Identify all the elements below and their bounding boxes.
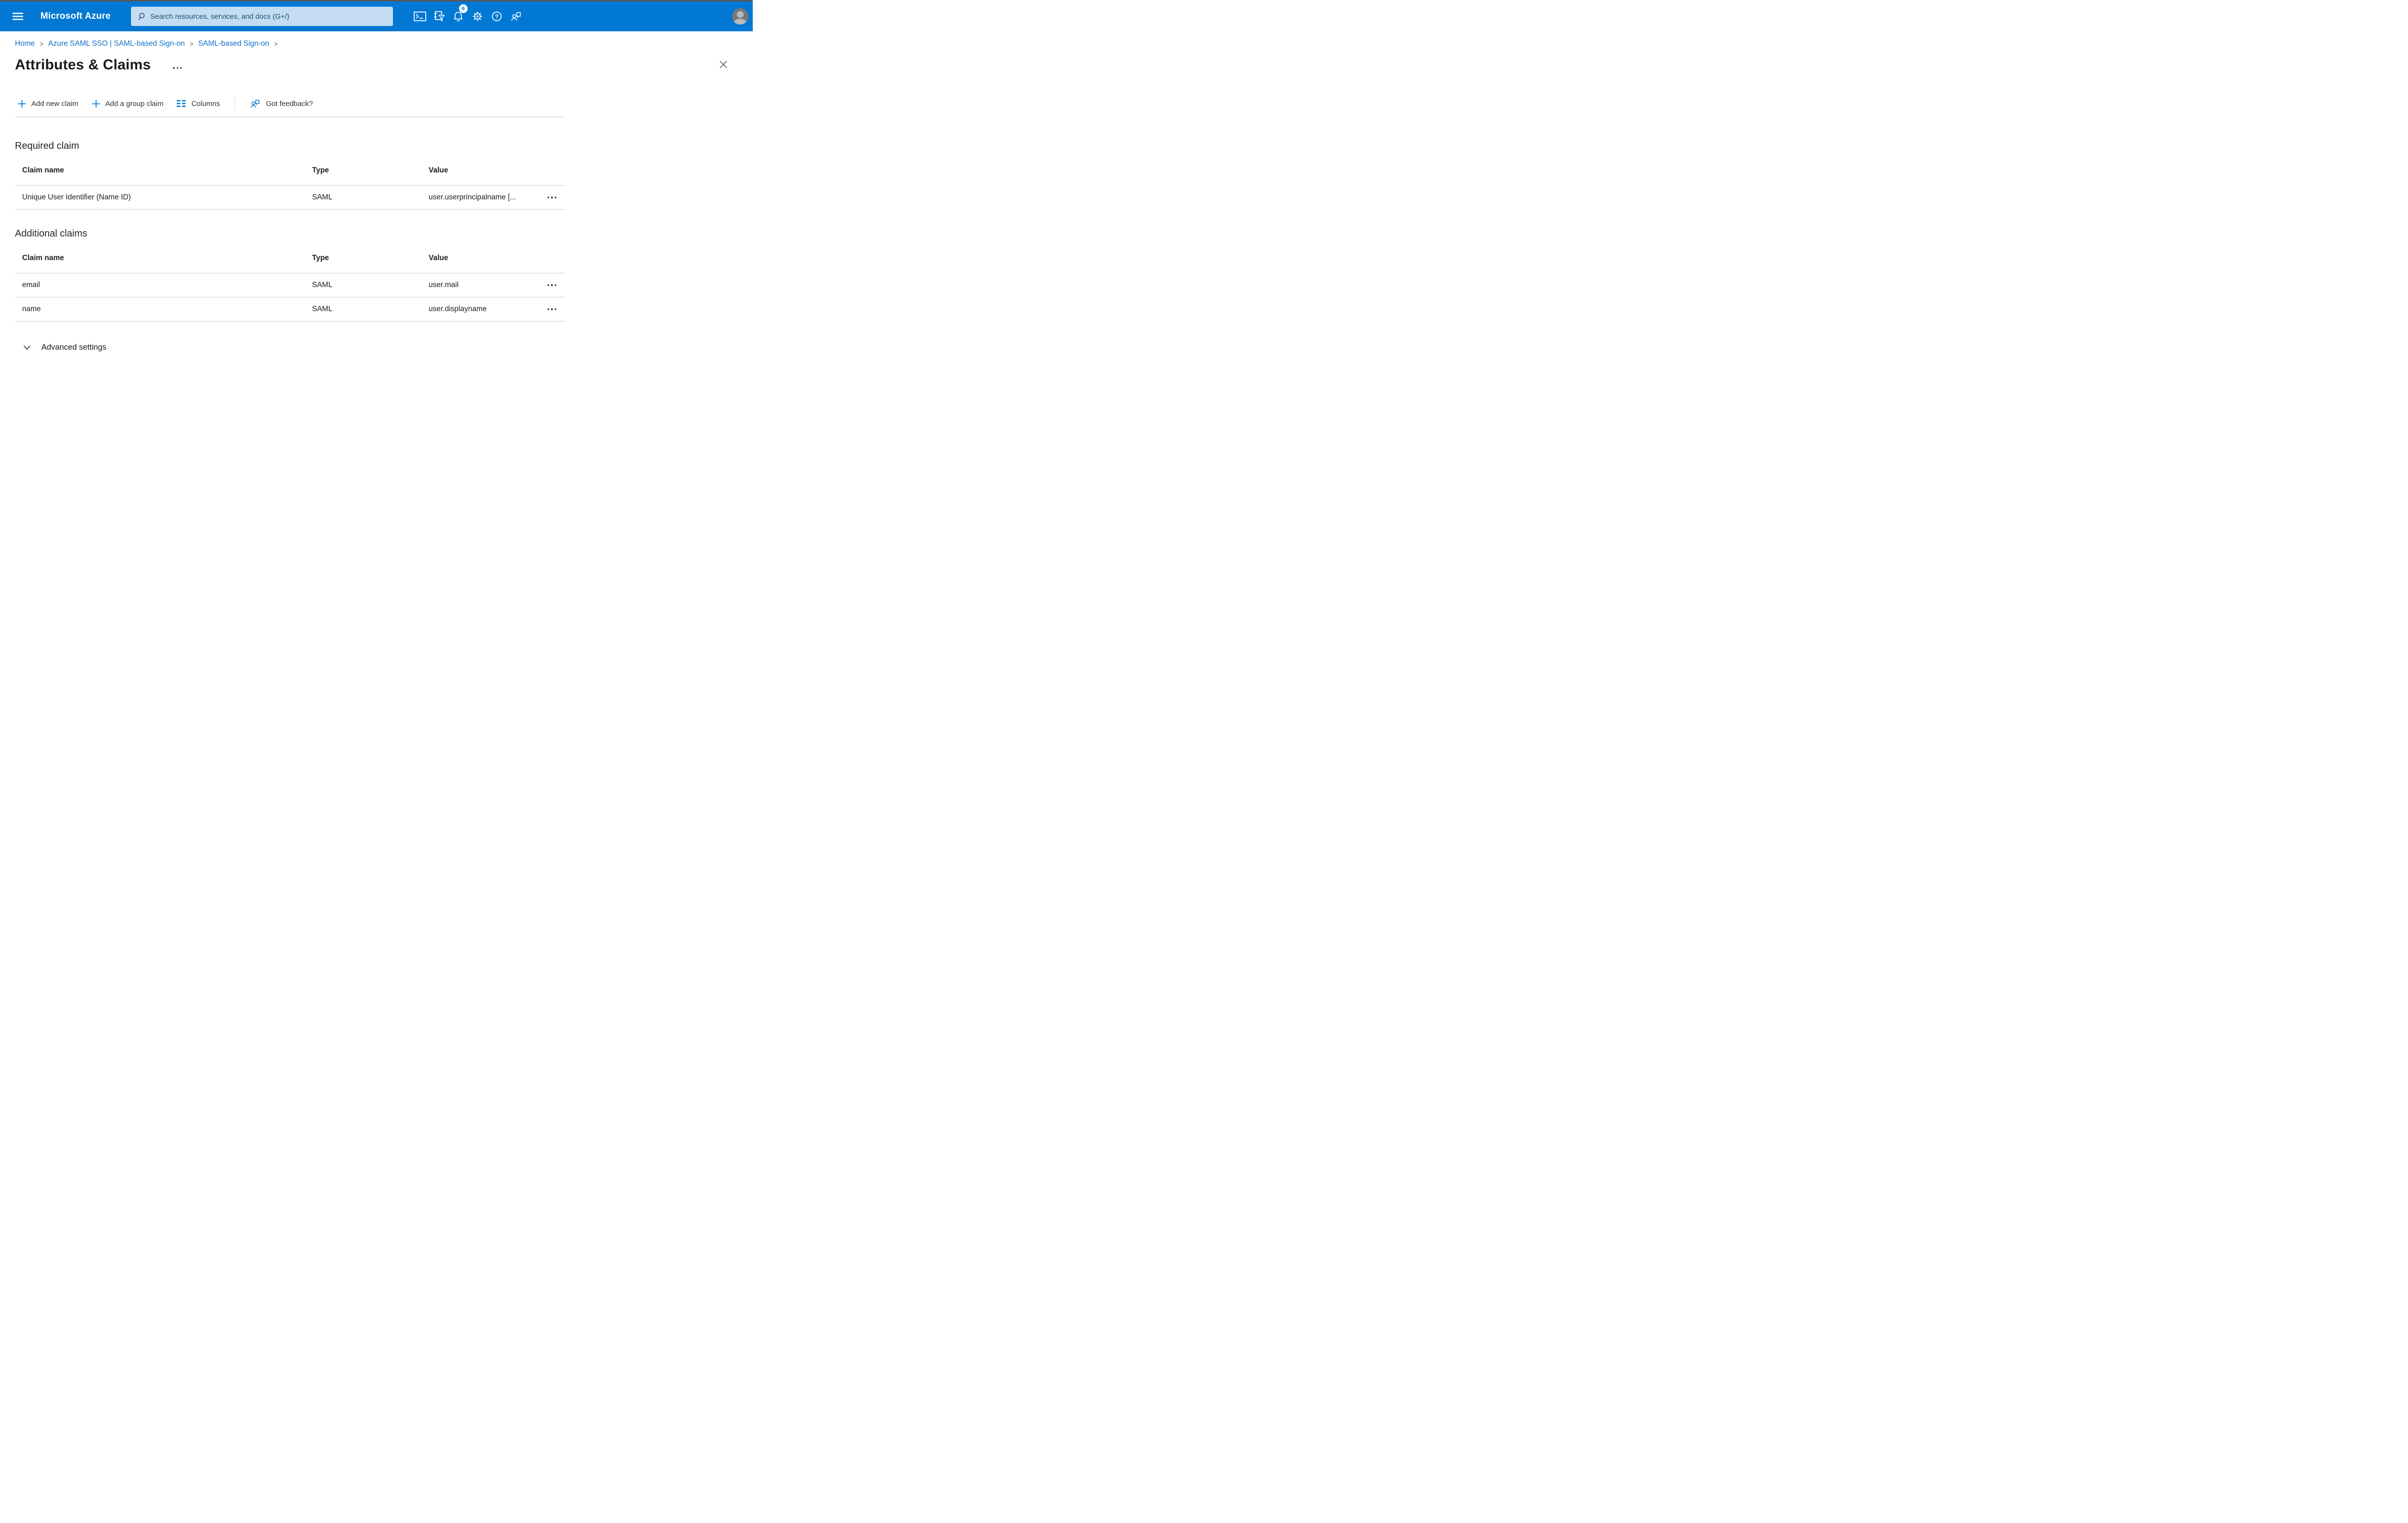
row-menu-button[interactable] xyxy=(538,298,565,321)
more-options-icon xyxy=(547,197,550,198)
hamburger-menu-button[interactable] xyxy=(10,9,26,24)
close-button[interactable] xyxy=(718,59,729,71)
columns-button[interactable]: Columns xyxy=(177,100,220,108)
column-header-type: Type xyxy=(312,166,329,174)
help-icon: ? xyxy=(492,11,502,22)
columns-icon xyxy=(177,100,186,107)
settings-button[interactable] xyxy=(468,5,487,27)
azure-top-bar: Microsoft Azure Search resources, servic… xyxy=(0,1,753,31)
cloud-shell-icon xyxy=(413,12,426,21)
toolbar-separator xyxy=(234,97,236,110)
claim-type-cell: SAML xyxy=(312,193,333,201)
global-search-input[interactable]: Search resources, services, and docs (G+… xyxy=(131,7,393,26)
claim-type-cell: SAML xyxy=(312,305,333,313)
cloud-shell-button[interactable] xyxy=(410,5,430,27)
add-group-claim-button[interactable]: Add a group claim xyxy=(92,100,163,108)
breadcrumb-link-home[interactable]: Home xyxy=(15,39,35,48)
table-row: Unique User Identifier (Name ID) SAML us… xyxy=(15,186,565,210)
table-header-row: Claim name Type Value xyxy=(15,244,565,274)
chevron-down-icon xyxy=(23,345,31,350)
ellipsis-icon xyxy=(173,67,175,69)
row-menu-button[interactable] xyxy=(538,186,565,209)
row-menu-button[interactable] xyxy=(538,274,565,297)
column-header-claim-name: Claim name xyxy=(22,166,65,174)
claim-type-cell: SAML xyxy=(312,281,333,289)
breadcrumb-separator: > xyxy=(189,40,194,48)
table-row: name SAML user.displayname xyxy=(15,298,565,322)
claim-name-cell: Unique User Identifier (Name ID) xyxy=(22,193,131,201)
help-button[interactable]: ? xyxy=(487,5,507,27)
column-header-value: Value xyxy=(429,166,448,174)
table-header-row: Claim name Type Value xyxy=(15,156,565,186)
command-bar: Add new claim Add a group claim Columns … xyxy=(0,95,753,112)
breadcrumb: Home > Azure SAML SSO | SAML-based Sign-… xyxy=(15,39,753,48)
advanced-settings-toggle[interactable]: Advanced settings xyxy=(23,343,106,352)
page-title: Attributes & Claims xyxy=(15,57,151,73)
table-row: email SAML user.mail xyxy=(15,274,565,298)
required-claim-table: Claim name Type Value Unique User Identi… xyxy=(15,156,565,210)
search-icon xyxy=(138,13,144,20)
title-context-menu-button[interactable] xyxy=(171,65,183,70)
directory-filter-icon xyxy=(434,11,445,21)
claim-name-cell: email xyxy=(22,281,40,289)
additional-claims-heading: Additional claims xyxy=(15,228,88,239)
column-header-type: Type xyxy=(312,254,329,262)
feedback-icon xyxy=(250,100,260,108)
claim-value-cell: user.mail xyxy=(429,281,459,289)
required-claim-heading: Required claim xyxy=(15,141,79,151)
claim-name-cell: name xyxy=(22,305,41,313)
close-icon xyxy=(720,60,727,68)
breadcrumb-link-saml-sso[interactable]: Azure SAML SSO | SAML-based Sign-on xyxy=(48,39,184,48)
column-header-claim-name: Claim name xyxy=(22,254,65,262)
breadcrumb-link-saml-signon[interactable]: SAML-based Sign-on xyxy=(198,39,269,48)
additional-claims-table: Claim name Type Value email SAML user.ma… xyxy=(15,244,565,322)
azure-portal-page: Microsoft Azure Search resources, servic… xyxy=(0,0,753,381)
claim-value-cell: user.displayname xyxy=(429,305,487,313)
plus-icon xyxy=(92,100,100,107)
notifications-button[interactable]: 6 xyxy=(449,4,468,27)
column-header-value: Value xyxy=(429,254,448,262)
breadcrumb-separator: > xyxy=(274,40,278,48)
claim-value-cell: user.userprincipalname [... xyxy=(429,193,516,201)
svg-text:?: ? xyxy=(495,13,498,20)
toolbar-divider xyxy=(15,117,565,118)
feedback-button[interactable] xyxy=(507,5,526,27)
got-feedback-button[interactable]: Got feedback? xyxy=(249,98,313,109)
avatar-silhouette-icon xyxy=(737,11,744,18)
more-options-icon xyxy=(547,308,550,310)
gear-icon xyxy=(473,12,483,21)
directory-filter-button[interactable] xyxy=(430,5,449,27)
notification-badge: 6 xyxy=(458,4,468,13)
search-placeholder: Search resources, services, and docs (G+… xyxy=(150,12,289,21)
hamburger-icon xyxy=(13,13,23,20)
more-options-icon xyxy=(547,284,550,286)
feedback-icon xyxy=(511,12,521,21)
brand-title[interactable]: Microsoft Azure xyxy=(40,11,111,22)
plus-icon xyxy=(18,100,26,107)
account-avatar[interactable] xyxy=(732,8,748,25)
breadcrumb-separator: > xyxy=(39,40,44,48)
add-new-claim-button[interactable]: Add new claim xyxy=(18,100,79,108)
topbar-icon-group: 6 ? xyxy=(410,4,526,27)
page-header: Attributes & Claims xyxy=(0,57,753,73)
